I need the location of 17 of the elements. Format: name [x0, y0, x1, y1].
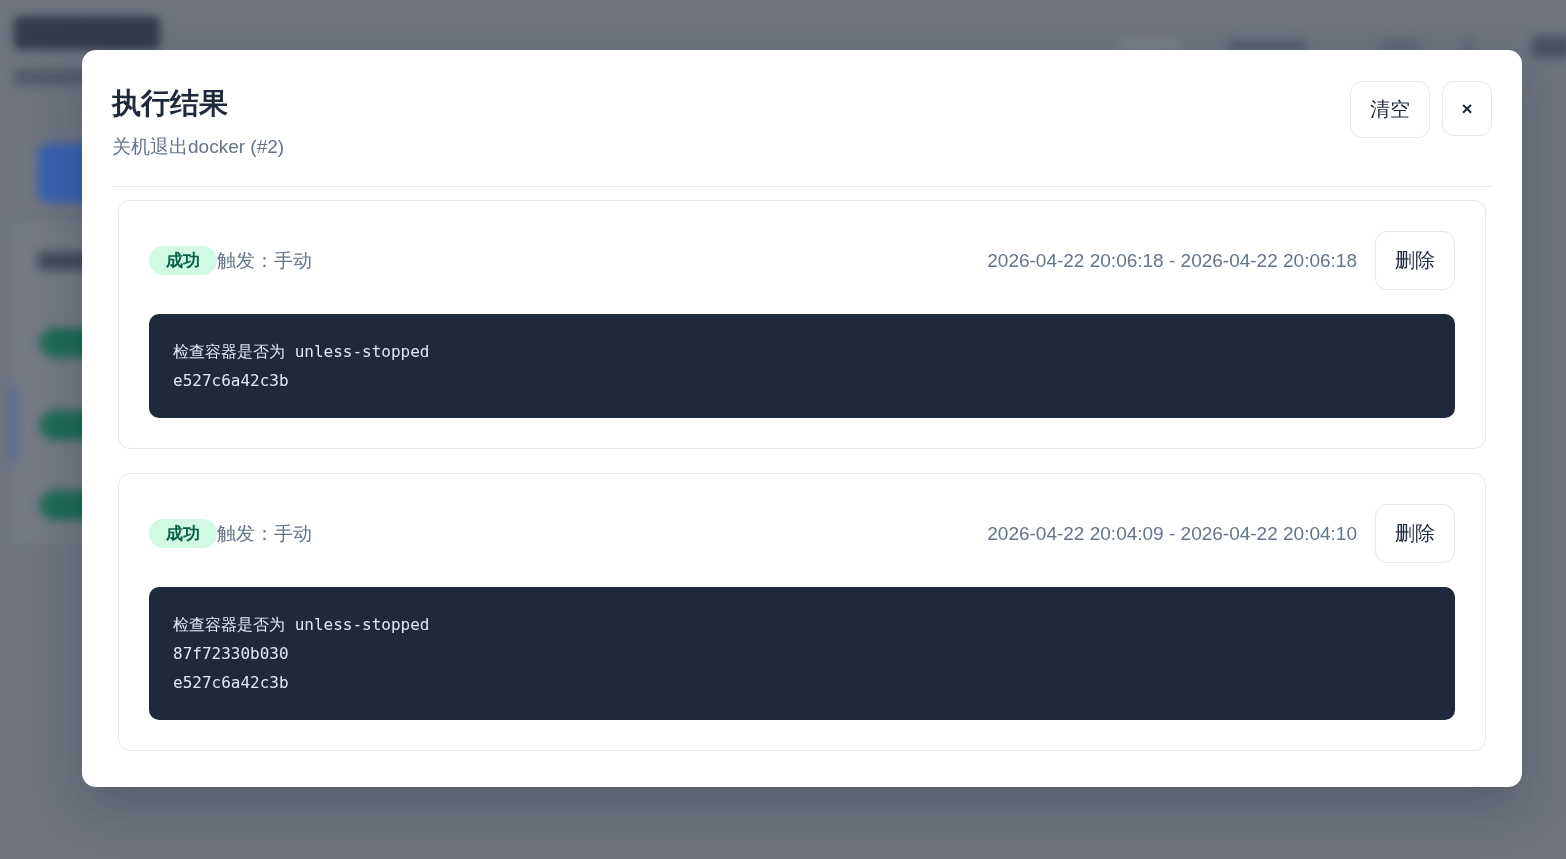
log-line: 87f72330b030	[173, 643, 289, 665]
log-line: e527c6a42c3b	[173, 672, 289, 694]
trigger-text: 触发：手动	[217, 521, 312, 546]
dialog-title: 执行结果	[112, 86, 229, 121]
delete-button[interactable]: 删除	[1375, 504, 1455, 563]
delete-button[interactable]: 删除	[1375, 231, 1455, 290]
time-range: 2026-04-22 20:06:18 - 2026-04-22 20:06:18	[987, 249, 1357, 272]
log-line: 检查容器是否为 unless-stopped	[173, 341, 430, 363]
status-badge: 成功	[149, 519, 217, 548]
log-line: e527c6a42c3b	[173, 370, 289, 392]
clear-button[interactable]: 清空	[1350, 81, 1430, 138]
log-line: 检查容器是否为 unless-stopped	[173, 614, 430, 636]
time-range: 2026-04-22 20:04:09 - 2026-04-22 20:04:10	[987, 522, 1357, 545]
status-badge: 成功	[149, 246, 217, 275]
dialog-subtitle: 关机退出docker (#2)	[112, 135, 285, 159]
trigger-text: 触发：手动	[217, 248, 312, 273]
close-button[interactable]: ×	[1442, 81, 1492, 136]
